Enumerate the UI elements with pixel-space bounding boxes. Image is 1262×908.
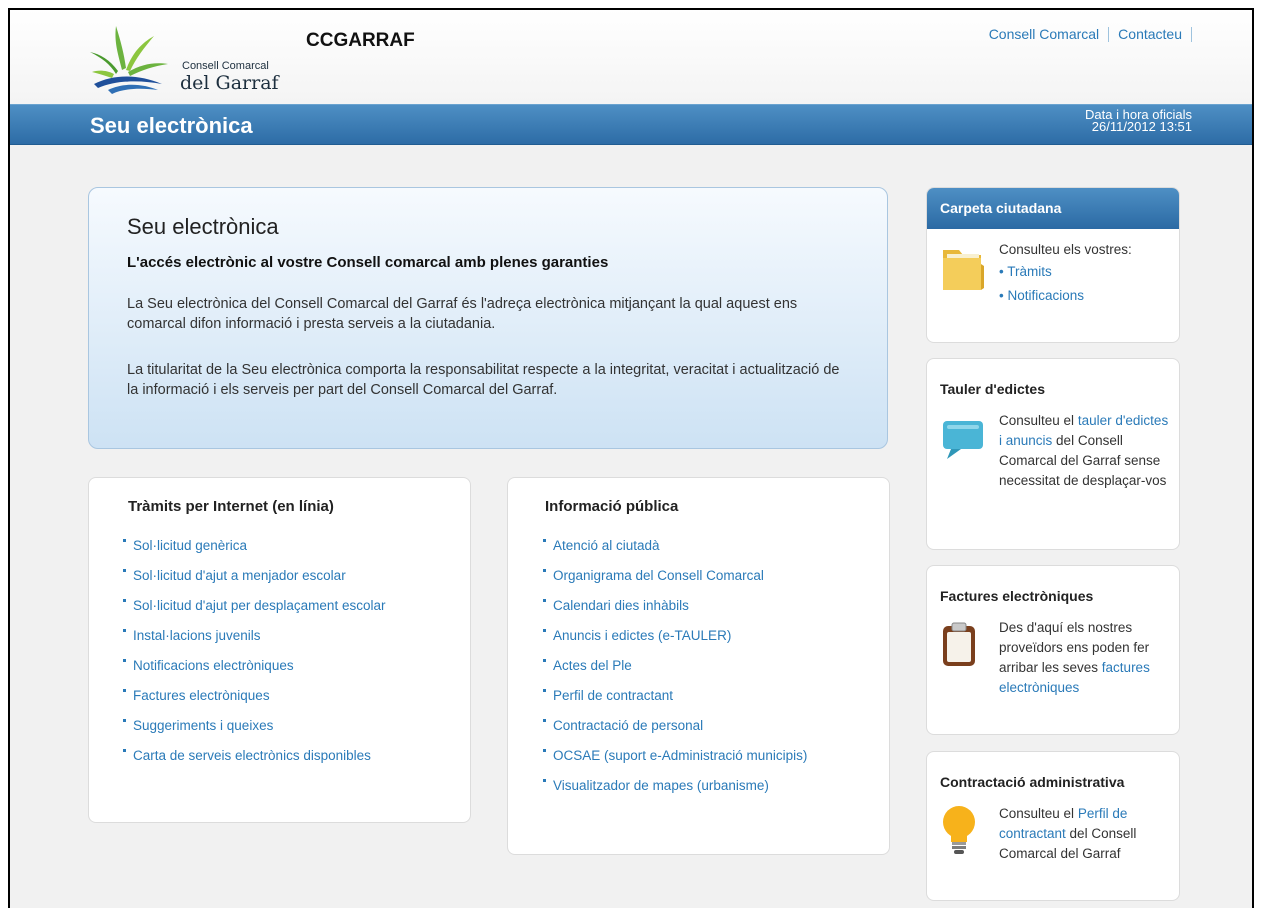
carpeta-list: • Tràmits • Notificacions bbox=[999, 260, 1169, 308]
intro-paragraph-2: La titularitat de la Seu electrònica com… bbox=[127, 362, 840, 398]
top-links: Consell Comarcal Contacteu bbox=[980, 27, 1192, 42]
list-item[interactable]: Contractació de personal bbox=[543, 710, 807, 740]
list-item[interactable]: Sol·licitud d'ajut per desplaçament esco… bbox=[123, 590, 385, 620]
speech-bubble-icon bbox=[943, 421, 983, 459]
link-contacteu[interactable]: Contacteu bbox=[1109, 27, 1192, 42]
list-item[interactable]: Perfil de contractant bbox=[543, 680, 807, 710]
intro-subtitle: L'accés electrònic al vostre Consell com… bbox=[127, 254, 609, 271]
link-consell-comarcal[interactable]: Consell Comarcal bbox=[980, 27, 1110, 42]
carpeta-title[interactable]: Carpeta ciutadana bbox=[927, 188, 1179, 229]
bullet-icon bbox=[123, 598, 126, 602]
tramits-title: Tràmits per Internet (en línia) bbox=[128, 498, 334, 515]
tauler-title: Tauler d'edictes bbox=[940, 381, 1045, 397]
bullet-icon bbox=[543, 628, 546, 632]
info-list: Atenció al ciutadà Organigrama del Conse… bbox=[543, 530, 807, 800]
carpeta-box: Carpeta ciutadana Consulteu els vostres:… bbox=[926, 187, 1180, 343]
bullet-icon bbox=[543, 748, 546, 752]
tauler-body: Consulteu el tauler d'edictes i anuncis … bbox=[999, 413, 1169, 488]
bullet-icon bbox=[543, 778, 546, 782]
bullet-icon bbox=[543, 538, 546, 542]
intro-box: Seu electrònica L'accés electrònic al vo… bbox=[88, 187, 888, 449]
bullet-icon bbox=[123, 688, 126, 692]
list-item[interactable]: Organigrama del Consell Comarcal bbox=[543, 560, 807, 590]
carpeta-item-tramits[interactable]: • Tràmits bbox=[999, 260, 1169, 284]
bullet-icon bbox=[543, 688, 546, 692]
list-item[interactable]: Visualitzador de mapes (urbanisme) bbox=[543, 770, 807, 800]
bullet-icon bbox=[543, 598, 546, 602]
bullet-icon bbox=[543, 718, 546, 722]
logo-plant-icon bbox=[90, 26, 168, 94]
bullet-icon bbox=[123, 538, 126, 542]
carpeta-intro: Consulteu els vostres: bbox=[999, 242, 1132, 257]
contractacio-body: Consulteu el Perfil de contractant del C… bbox=[999, 806, 1137, 861]
info-card: Informació pública Atenció al ciutadà Or… bbox=[507, 477, 890, 855]
lightbulb-icon bbox=[943, 806, 975, 854]
list-item[interactable]: Instal·lacions juvenils bbox=[123, 620, 385, 650]
intro-paragraph-1: La Seu electrònica del Consell Comarcal … bbox=[127, 296, 798, 332]
list-item[interactable]: Sol·licitud genèrica bbox=[123, 530, 385, 560]
logo-line1: Consell Comarcal bbox=[182, 60, 269, 72]
logo-line2: del Garraf bbox=[180, 72, 279, 94]
logo[interactable]: Consell Comarcal del Garraf bbox=[88, 24, 288, 104]
tauler-box: Tauler d'edictes Consulteu el tauler d'e… bbox=[926, 358, 1180, 550]
tramits-list: Sol·licitud genèrica Sol·licitud d'ajut … bbox=[123, 530, 385, 770]
bullet-icon bbox=[123, 568, 126, 572]
intro-title: Seu electrònica bbox=[127, 214, 279, 239]
bullet-icon bbox=[543, 658, 546, 662]
official-time: Data i hora oficials 26/11/2012 13:51 bbox=[1085, 108, 1192, 134]
bullet-icon bbox=[123, 718, 126, 722]
header: Consell Comarcal del Garraf CCGARRAF Con… bbox=[10, 10, 1252, 104]
title-bar: Seu electrònica Data i hora oficials 26/… bbox=[10, 104, 1252, 145]
list-item[interactable]: Notificacions electròniques bbox=[123, 650, 385, 680]
list-item[interactable]: Atenció al ciutadà bbox=[543, 530, 807, 560]
official-time-value: 26/11/2012 13:51 bbox=[1091, 119, 1192, 134]
info-title: Informació pública bbox=[545, 498, 679, 515]
carpeta-item-notificacions[interactable]: • Notificacions bbox=[999, 284, 1169, 308]
list-item[interactable]: Suggeriments i queixes bbox=[123, 710, 385, 740]
clipboard-icon bbox=[943, 622, 975, 666]
list-item[interactable]: Sol·licitud d'ajut a menjador escolar bbox=[123, 560, 385, 590]
contractacio-title: Contractació administrativa bbox=[940, 774, 1125, 790]
list-item[interactable]: Anuncis i edictes (e-TAULER) bbox=[543, 620, 807, 650]
site-name: CCGARRAF bbox=[306, 30, 415, 51]
carpeta-body: Consulteu els vostres: • Tràmits • Notif… bbox=[999, 240, 1169, 308]
bullet-icon bbox=[123, 658, 126, 662]
bullet-icon bbox=[123, 748, 126, 752]
factures-box: Factures electròniques Des d'aquí els no… bbox=[926, 565, 1180, 735]
factures-title: Factures electròniques bbox=[940, 588, 1094, 604]
list-item[interactable]: Carta de serveis electrònics disponibles bbox=[123, 740, 385, 770]
list-item[interactable]: OCSAE (suport e-Administració municipis) bbox=[543, 740, 807, 770]
list-item[interactable]: Actes del Ple bbox=[543, 650, 807, 680]
bullet-icon bbox=[543, 568, 546, 572]
folder-icon bbox=[943, 250, 984, 290]
list-item[interactable]: Factures electròniques bbox=[123, 680, 385, 710]
factures-body: Des d'aquí els nostres proveïdors ens po… bbox=[999, 620, 1150, 695]
tramits-card: Tràmits per Internet (en línia) Sol·lici… bbox=[88, 477, 471, 823]
page-frame: Consell Comarcal del Garraf CCGARRAF Con… bbox=[8, 8, 1254, 908]
contractacio-box: Contractació administrativa Consulteu el… bbox=[926, 751, 1180, 901]
page-title: Seu electrònica bbox=[90, 113, 253, 138]
bullet-icon bbox=[123, 628, 126, 632]
list-item[interactable]: Calendari dies inhàbils bbox=[543, 590, 807, 620]
